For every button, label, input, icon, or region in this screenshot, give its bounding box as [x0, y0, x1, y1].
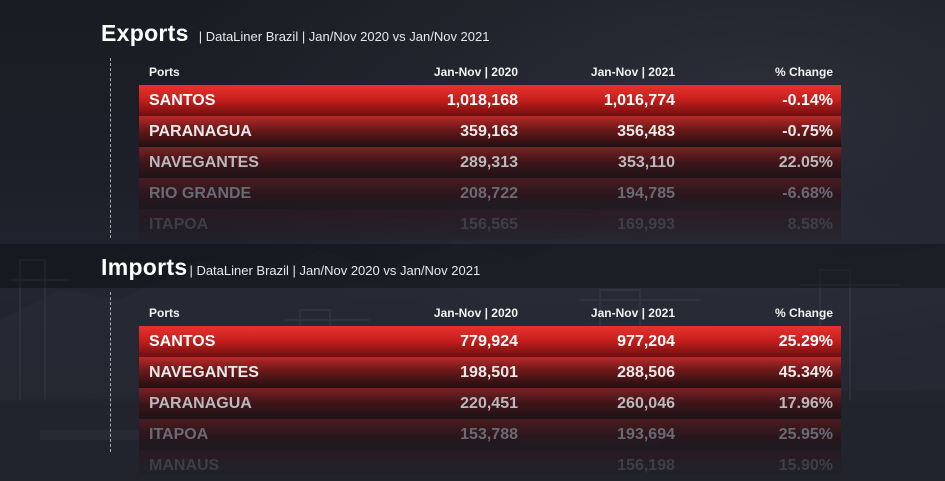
value-2020: 153,788	[460, 426, 518, 443]
header-ports: Ports	[149, 65, 180, 79]
value-2020: 156,565	[460, 216, 518, 233]
exports-table: Ports Jan-Nov | 2020 Jan-Nov | 2021 % Ch…	[139, 61, 841, 240]
value-change: -0.75%	[782, 123, 833, 140]
header-2020: Jan-Nov | 2020	[433, 306, 518, 320]
table-row: PARANAGUA 359,163 356,483 -0.75%	[139, 116, 841, 147]
imports-table: Ports Jan-Nov | 2020 Jan-Nov | 2021 % Ch…	[139, 302, 841, 474]
value-2021: 193,694	[617, 426, 675, 443]
table-row: SANTOS 779,924 977,204 25.29%	[139, 326, 841, 357]
value-2021: 194,785	[617, 185, 675, 202]
header-2021: Jan-Nov | 2021	[590, 65, 675, 79]
value-2020: 198,501	[460, 364, 518, 381]
port-name: SANTOS	[149, 92, 216, 109]
port-name: ITAPOA	[149, 216, 209, 233]
table-row: SANTOS 1,018,168 1,016,774 -0.14%	[139, 85, 841, 116]
value-2021: 288,506	[617, 364, 675, 381]
table-row: NAVEGANTES 198,501 288,506 45.34%	[139, 357, 841, 388]
value-2020: 289,313	[460, 154, 518, 171]
port-name: NAVEGANTES	[149, 154, 259, 171]
imports-subtitle: | DataLiner Brazil | Jan/Nov 2020 vs Jan…	[189, 263, 481, 278]
value-change: -6.68%	[782, 185, 833, 202]
imports-table-header: Ports Jan-Nov | 2020 Jan-Nov | 2021 % Ch…	[139, 302, 841, 324]
value-change: 17.96%	[778, 395, 833, 412]
exports-title-block: Exports | DataLiner Brazil | Jan/Nov 202…	[101, 20, 489, 47]
port-name: SANTOS	[149, 333, 216, 350]
port-name: RIO GRANDE	[149, 185, 252, 202]
header-2020: Jan-Nov | 2020	[433, 65, 518, 79]
value-2021: 977,204	[617, 333, 675, 350]
header-change: % Change	[774, 306, 833, 320]
imports-dashed-divider	[110, 292, 111, 452]
value-change: 8.58%	[787, 216, 833, 233]
value-2021: 156,198	[617, 457, 675, 474]
port-name: NAVEGANTES	[149, 364, 259, 381]
exports-dashed-divider	[110, 58, 111, 238]
header-ports: Ports	[149, 306, 180, 320]
value-2020: 779,924	[460, 333, 518, 350]
imports-title: Imports	[101, 254, 188, 280]
value-change: 45.34%	[778, 364, 833, 381]
header-2021: Jan-Nov | 2021	[590, 306, 675, 320]
port-name: MANAUS	[149, 457, 220, 474]
table-row: RIO GRANDE 208,722 194,785 -6.68%	[139, 178, 841, 209]
value-change: 25.95%	[778, 426, 833, 443]
value-change: 15.90%	[778, 457, 833, 474]
port-name: PARANAGUA	[149, 395, 252, 412]
value-2021: 169,993	[617, 216, 675, 233]
value-change: 22.05%	[778, 154, 833, 171]
port-name: PARANAGUA	[149, 123, 252, 140]
value-change: -0.14%	[782, 92, 833, 109]
value-2020: 208,722	[460, 185, 518, 202]
port-name: ITAPOA	[149, 426, 209, 443]
table-row: NAVEGANTES 289,313 353,110 22.05%	[139, 147, 841, 178]
header-change: % Change	[774, 65, 833, 79]
table-row: PARANAGUA 220,451 260,046 17.96%	[139, 388, 841, 419]
table-row: MANAUS 156,198 15.90%	[139, 450, 841, 474]
table-row: ITAPOA 156,565 169,993 8.58%	[139, 209, 841, 240]
exports-table-header: Ports Jan-Nov | 2020 Jan-Nov | 2021 % Ch…	[139, 61, 841, 83]
exports-subtitle: | DataLiner Brazil | Jan/Nov 2020 vs Jan…	[198, 29, 490, 44]
value-2020: 359,163	[460, 123, 518, 140]
table-row: ITAPOA 153,788 193,694 25.95%	[139, 419, 841, 450]
value-2021: 260,046	[617, 395, 675, 412]
value-2020: 1,018,168	[446, 92, 518, 109]
exports-title: Exports	[101, 20, 189, 46]
value-2021: 356,483	[617, 123, 675, 140]
value-2021: 353,110	[618, 154, 675, 171]
value-change: 25.29%	[778, 333, 833, 350]
value-2020: 220,451	[460, 395, 518, 412]
value-2021: 1,016,774	[603, 92, 675, 109]
imports-title-block: Imports | DataLiner Brazil | Jan/Nov 202…	[101, 254, 480, 281]
